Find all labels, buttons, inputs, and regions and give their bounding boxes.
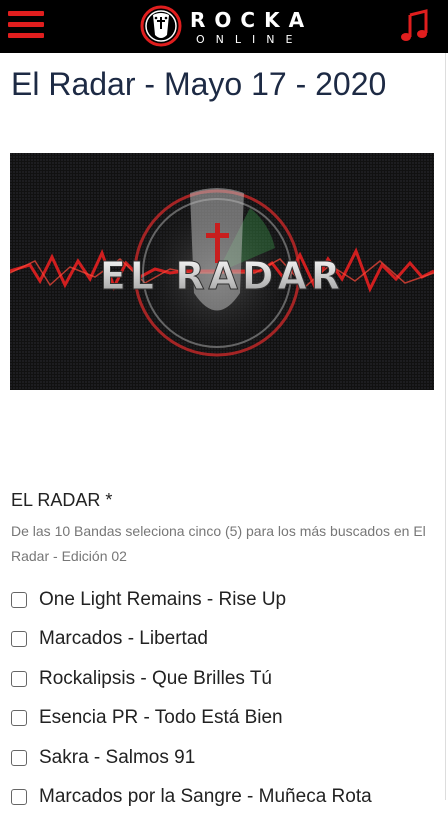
checkbox[interactable] [11,789,27,805]
checkbox-option-label: Marcados por la Sangre - Muñeca Rota [39,786,372,808]
el-radar-banner-image: EL RADAR [10,153,434,390]
rocka-online-logo[interactable]: ROCKA ONLINE [140,5,310,49]
page-title: El Radar - Mayo 17 - 2020 [11,66,386,103]
banner-graphic: EL RADAR [10,153,434,390]
checkbox-option-label: One Light Remains - Rise Up [39,589,286,611]
checkbox-option-label: Rockalipsis - Que Brilles Tú [39,668,272,690]
page-edge-divider [445,53,446,800]
music-note-icon[interactable] [400,9,430,43]
checkbox-option[interactable]: Marcados por la Sangre - Muñeca Rota [11,778,441,817]
logo-text-bottom: ONLINE [196,33,303,46]
banner-text: EL RADAR [100,254,344,298]
hamburger-menu-icon[interactable] [8,11,44,41]
form-question-description: De las 10 Bandas seleciona cinco (5) par… [11,519,431,569]
checkbox-option[interactable]: Rockalipsis - Que Brilles Tú [11,659,441,699]
checkbox-option[interactable]: One Light Remains - Rise Up [11,580,441,620]
checkbox[interactable] [11,592,27,608]
checkbox-options-list: One Light Remains - Rise Up Marcados - Li… [11,580,441,817]
checkbox-option-label: Sakra - Salmos 91 [39,747,195,769]
top-navigation-bar: ROCKA ONLINE [0,0,448,53]
checkbox[interactable] [11,750,27,766]
checkbox-option-label: Esencia PR - Todo Está Bien [39,707,283,729]
checkbox[interactable] [11,631,27,647]
checkbox-option[interactable]: Sakra - Salmos 91 [11,738,441,778]
checkbox-option[interactable]: Marcados - Libertad [11,620,441,660]
checkbox[interactable] [11,671,27,687]
checkbox-option[interactable]: Esencia PR - Todo Está Bien [11,699,441,739]
checkbox[interactable] [11,710,27,726]
logo-text-top: ROCKA [190,8,313,32]
form-question-title: EL RADAR * [11,490,112,511]
checkbox-option-label: Marcados - Libertad [39,628,208,650]
guitar-emblem-icon [140,5,182,47]
